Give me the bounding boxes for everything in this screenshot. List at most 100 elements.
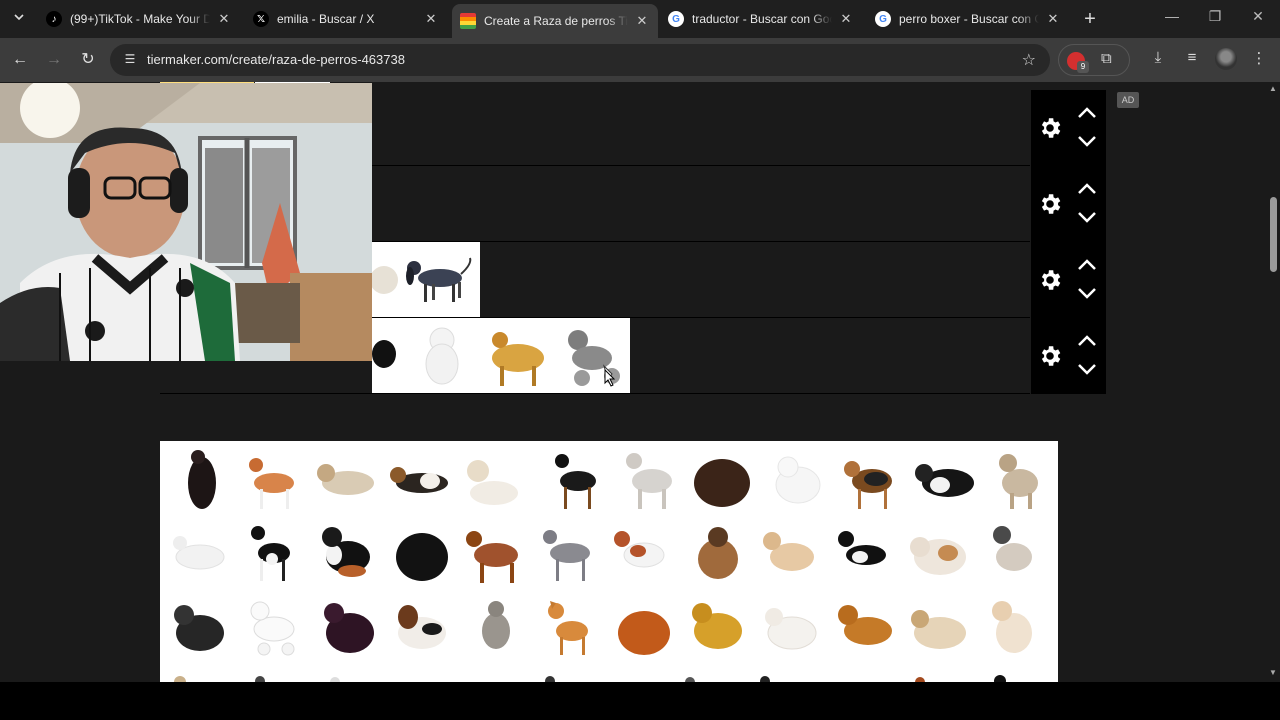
dog-item[interactable] bbox=[688, 445, 758, 515]
gear-icon[interactable] bbox=[1037, 191, 1063, 217]
dog-item[interactable] bbox=[836, 445, 906, 515]
close-icon[interactable]: ✕ bbox=[216, 11, 232, 27]
dog-item[interactable] bbox=[682, 519, 752, 589]
dog-row-partial bbox=[174, 675, 1006, 682]
close-icon[interactable]: ✕ bbox=[423, 11, 439, 27]
dog-item[interactable] bbox=[312, 445, 382, 515]
dog-item[interactable] bbox=[616, 445, 686, 515]
scroll-up-arrow-icon[interactable]: ▲ bbox=[1269, 84, 1277, 93]
minimize-button[interactable]: — bbox=[1161, 8, 1183, 24]
extension-badge: 9 bbox=[1077, 61, 1089, 73]
address-bar[interactable]: ☰ tiermaker.com/create/raza-de-perros-46… bbox=[110, 44, 1050, 76]
dog-item[interactable] bbox=[830, 593, 900, 663]
bookmark-star-icon[interactable]: ☆ bbox=[1022, 50, 1036, 70]
x-icon: 𝕏 bbox=[253, 11, 269, 27]
extensions-group: 9 ⧉ bbox=[1058, 44, 1130, 76]
chevron-up-icon[interactable] bbox=[1075, 334, 1099, 348]
scroll-thumb[interactable] bbox=[1270, 197, 1277, 272]
tab-title: Create a Raza de perros Tier List bbox=[484, 14, 628, 28]
toolbar: ← → ↻ ☰ tiermaker.com/create/raza-de-per… bbox=[0, 38, 1280, 82]
tab-google-traductor[interactable]: G traductor - Buscar con Google ✕ bbox=[660, 4, 862, 34]
mouse-cursor-icon bbox=[604, 369, 616, 387]
back-button[interactable]: ← bbox=[9, 49, 31, 71]
dog-item[interactable] bbox=[460, 519, 530, 589]
chevron-up-icon[interactable] bbox=[1075, 258, 1099, 272]
tier-controls bbox=[1031, 242, 1106, 318]
dog-item[interactable] bbox=[608, 519, 678, 589]
dog-item[interactable] bbox=[830, 519, 900, 589]
gear-icon[interactable] bbox=[1037, 267, 1063, 293]
dog-item[interactable] bbox=[978, 519, 1048, 589]
dog-item[interactable] bbox=[534, 519, 604, 589]
tab-strip: ♪ (99+)TikTok - Make Your Day ✕ 𝕏 emilia… bbox=[0, 0, 1280, 38]
tab-tiktok[interactable]: ♪ (99+)TikTok - Make Your Day ✕ bbox=[38, 4, 240, 34]
vertical-scrollbar[interactable]: ▲ ▼ bbox=[1267, 82, 1280, 682]
dog-item[interactable] bbox=[756, 593, 826, 663]
dog-item[interactable] bbox=[312, 593, 382, 663]
chevron-up-icon[interactable] bbox=[1075, 106, 1099, 120]
chevron-down-icon[interactable] bbox=[1075, 362, 1099, 376]
dog-item[interactable] bbox=[682, 593, 752, 663]
tier-item-dogs[interactable] bbox=[372, 318, 630, 393]
media-control-icon[interactable]: ≡ bbox=[1181, 49, 1203, 66]
forward-button[interactable]: → bbox=[43, 49, 65, 71]
chevron-down-icon[interactable] bbox=[1075, 134, 1099, 148]
chevron-up-icon[interactable] bbox=[1075, 182, 1099, 196]
dog-item[interactable] bbox=[460, 445, 530, 515]
menu-icon[interactable]: ⋮ bbox=[1248, 49, 1270, 67]
dog-image bbox=[372, 257, 472, 302]
dog-item[interactable] bbox=[238, 445, 308, 515]
dog-item[interactable] bbox=[386, 519, 456, 589]
tier-controls bbox=[1031, 166, 1106, 242]
tab-search-button[interactable] bbox=[8, 8, 30, 30]
dog-item[interactable] bbox=[544, 445, 614, 515]
download-icon[interactable]: ⤓ bbox=[1147, 49, 1169, 66]
chevron-down-icon[interactable] bbox=[1075, 286, 1099, 300]
dog-item[interactable] bbox=[238, 593, 308, 663]
dog-image bbox=[372, 327, 620, 386]
dog-item[interactable] bbox=[534, 593, 604, 663]
puzzle-icon[interactable]: ⧉ bbox=[1101, 50, 1112, 67]
close-icon[interactable]: ✕ bbox=[1045, 11, 1061, 27]
close-icon[interactable]: ✕ bbox=[838, 11, 854, 27]
tab-title: (99+)TikTok - Make Your Day bbox=[70, 12, 210, 26]
dog-item[interactable] bbox=[164, 593, 234, 663]
tab-google-boxer[interactable]: G perro boxer - Buscar con Google ✕ bbox=[867, 4, 1069, 34]
tier-controls bbox=[1031, 90, 1106, 166]
dog-item[interactable] bbox=[312, 519, 382, 589]
dog-item[interactable] bbox=[904, 519, 974, 589]
close-icon[interactable]: ✕ bbox=[634, 13, 650, 29]
reload-button[interactable]: ↻ bbox=[77, 49, 99, 71]
url-text: tiermaker.com/create/raza-de-perros-4637… bbox=[147, 52, 405, 67]
gear-icon[interactable] bbox=[1037, 343, 1063, 369]
dog-item[interactable] bbox=[460, 593, 530, 663]
bottom-black-bar bbox=[0, 682, 1280, 720]
dog-item[interactable] bbox=[762, 445, 832, 515]
dog-item[interactable] bbox=[978, 593, 1048, 663]
dog-item[interactable] bbox=[904, 593, 974, 663]
chevron-down-icon[interactable] bbox=[1075, 210, 1099, 224]
dog-item[interactable] bbox=[910, 445, 980, 515]
tab-x[interactable]: 𝕏 emilia - Buscar / X ✕ bbox=[245, 4, 447, 34]
dog-item[interactable] bbox=[608, 593, 678, 663]
dog-item[interactable] bbox=[386, 445, 456, 515]
webcam-overlay bbox=[0, 83, 372, 361]
tier-item-dog[interactable] bbox=[372, 242, 480, 317]
dog-item[interactable] bbox=[984, 445, 1054, 515]
tab-tiermaker[interactable]: Create a Raza de perros Tier List ✕ bbox=[452, 4, 658, 38]
profile-avatar[interactable] bbox=[1215, 48, 1237, 70]
dog-item[interactable] bbox=[164, 445, 234, 515]
new-tab-button[interactable]: + bbox=[1079, 8, 1101, 30]
gear-icon[interactable] bbox=[1037, 115, 1063, 141]
site-info-icon[interactable]: ☰ bbox=[122, 52, 138, 68]
tab-title: perro boxer - Buscar con Google bbox=[899, 12, 1039, 26]
chevron-down-icon bbox=[14, 14, 24, 21]
close-window-button[interactable]: ✕ bbox=[1247, 8, 1269, 25]
dog-item[interactable] bbox=[756, 519, 826, 589]
dog-item[interactable] bbox=[238, 519, 308, 589]
dog-item[interactable] bbox=[164, 519, 234, 589]
tiktok-icon: ♪ bbox=[46, 11, 62, 27]
dog-item[interactable] bbox=[386, 593, 456, 663]
scroll-down-arrow-icon[interactable]: ▼ bbox=[1269, 668, 1277, 677]
restore-button[interactable]: ❐ bbox=[1204, 8, 1226, 25]
